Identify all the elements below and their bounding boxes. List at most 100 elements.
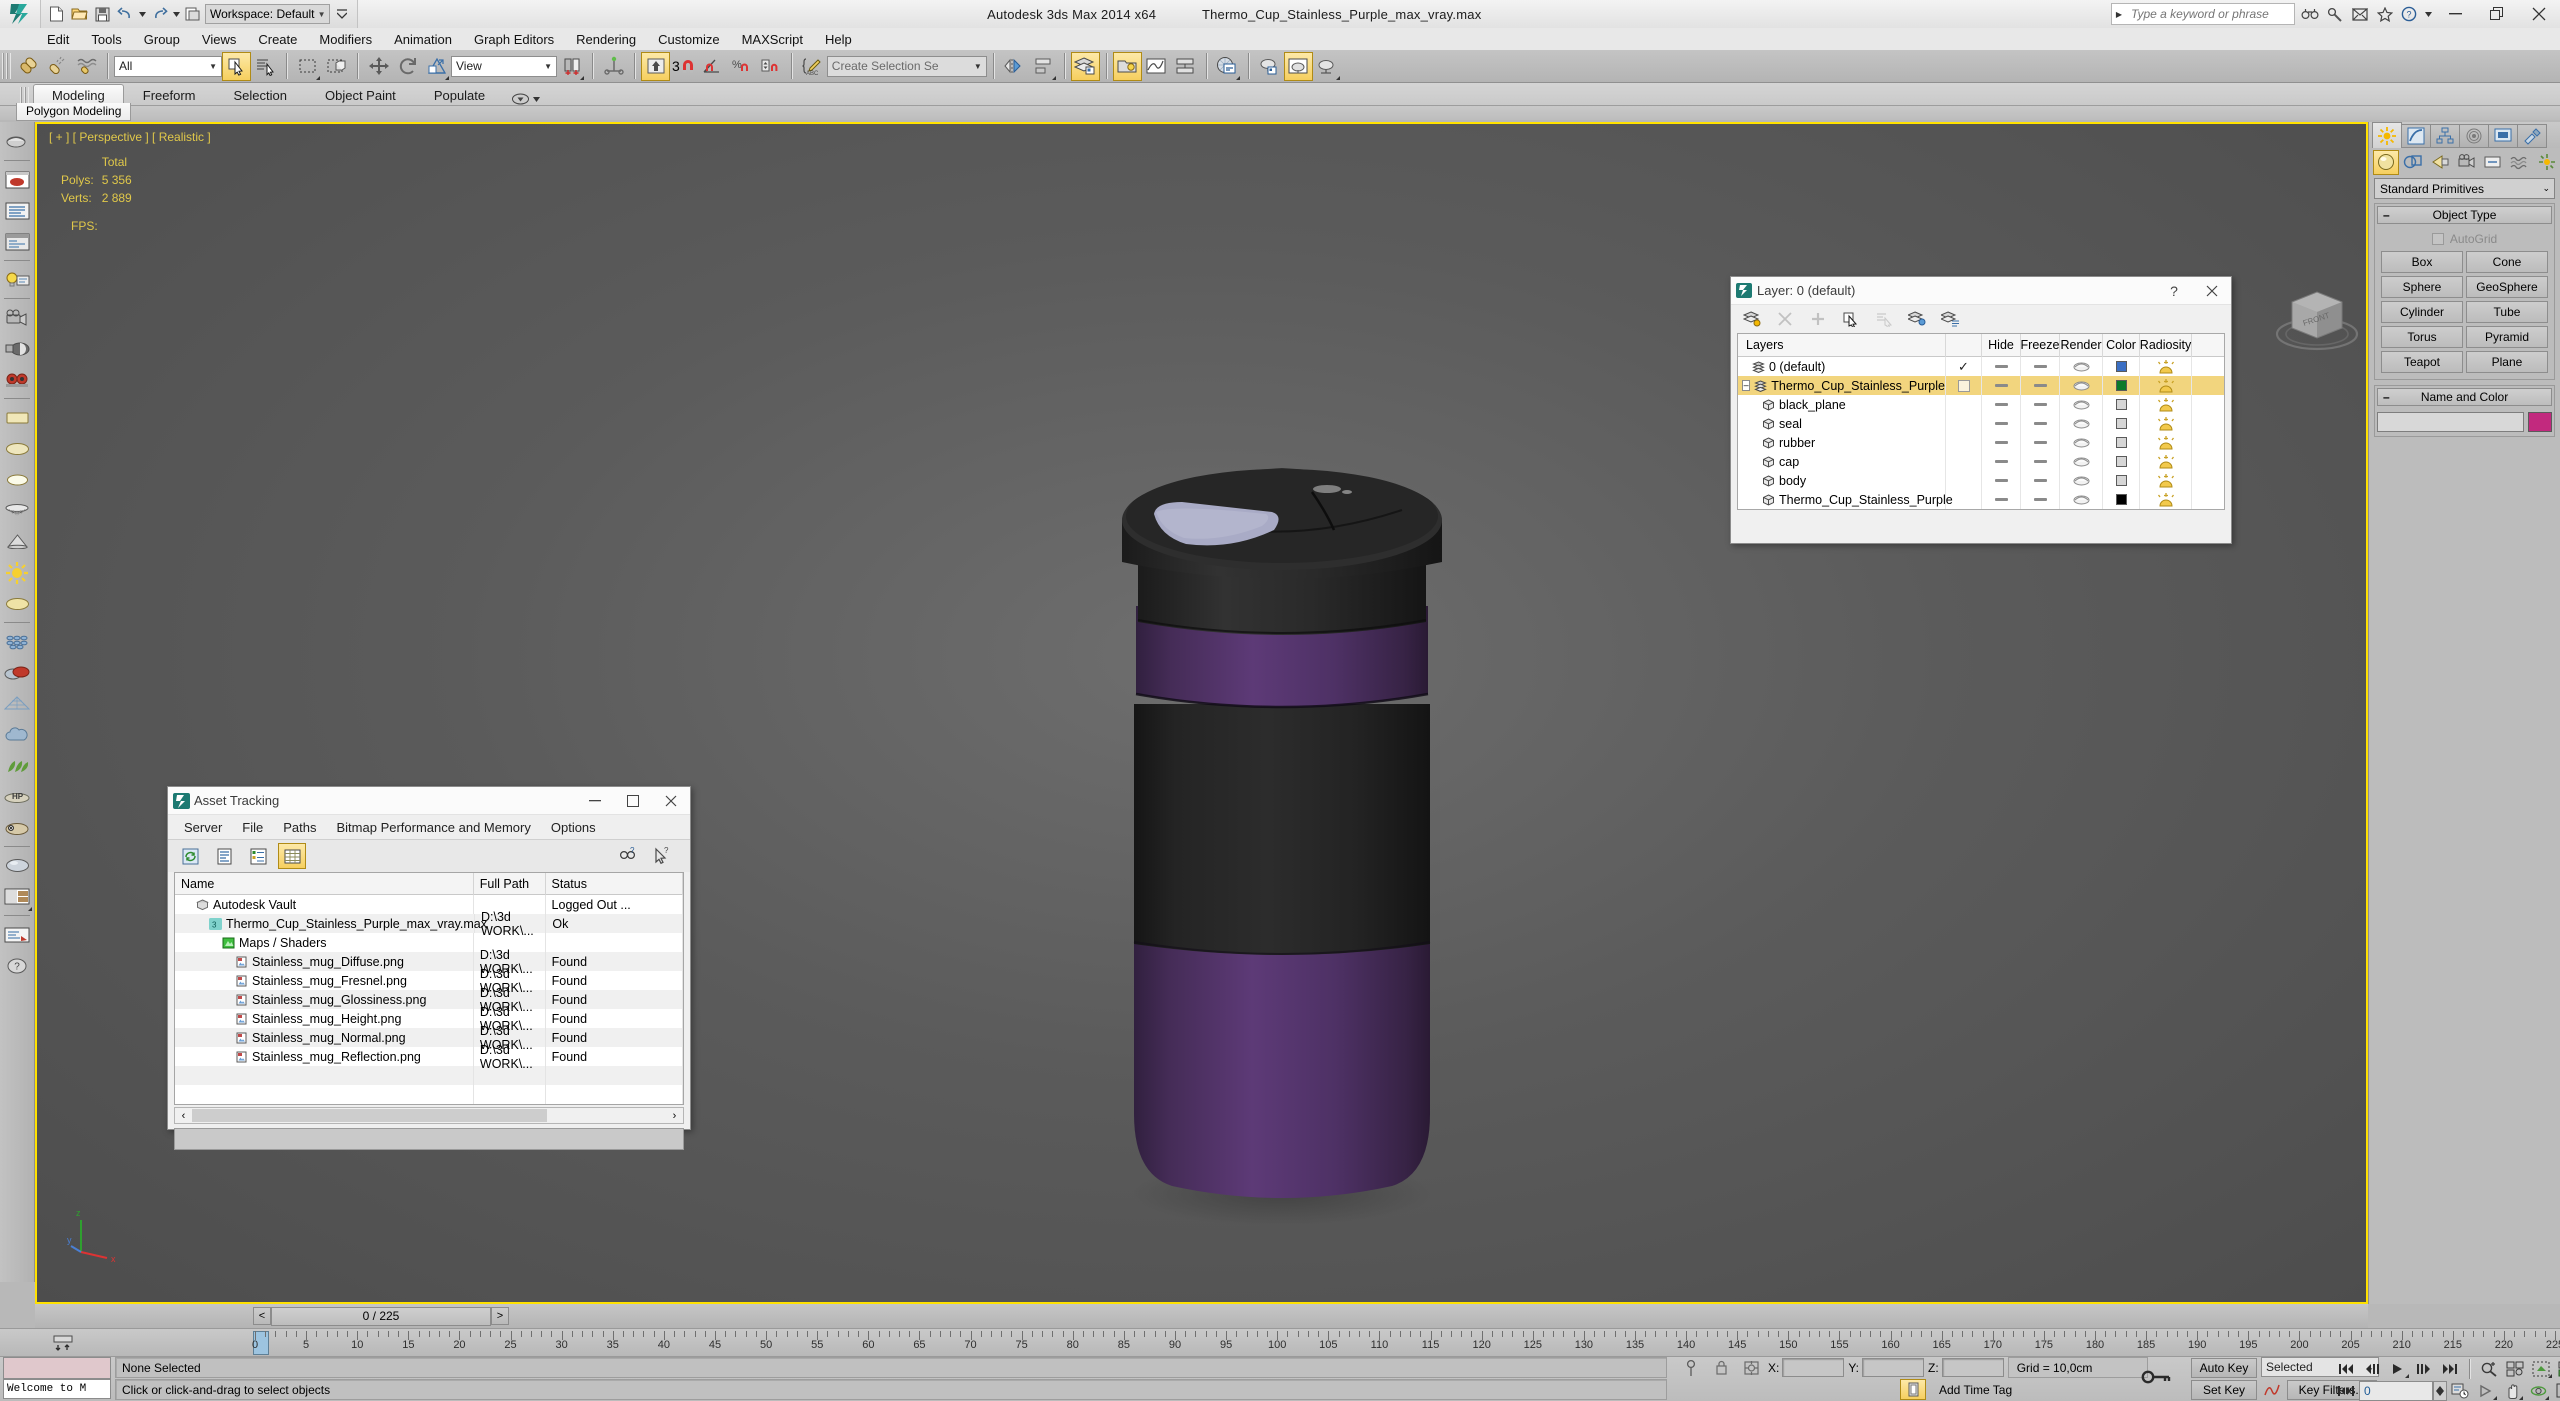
layer-color-swatch[interactable] bbox=[2116, 361, 2127, 372]
prev-frame-button[interactable]: < bbox=[253, 1307, 271, 1325]
layer-current-cell[interactable] bbox=[1946, 490, 1982, 509]
use-pivot-point-center-icon[interactable] bbox=[557, 52, 586, 81]
select-and-move-icon[interactable] bbox=[364, 52, 393, 81]
zoom-extents-all-icon[interactable] bbox=[2554, 1358, 2560, 1379]
sun-light-icon[interactable] bbox=[2, 557, 33, 588]
redo-icon[interactable] bbox=[148, 2, 170, 26]
tab-create[interactable] bbox=[2372, 122, 2402, 148]
layer-radiosity-cell[interactable] bbox=[2140, 357, 2192, 376]
asset-row[interactable]: Autodesk VaultLogged Out ... bbox=[175, 895, 683, 914]
play-preview-icon[interactable] bbox=[2473, 1380, 2499, 1401]
create-new-layer-icon[interactable] bbox=[1739, 307, 1765, 331]
layer-freeze-cell[interactable] bbox=[2021, 414, 2060, 433]
select-highlighted-layer-icon[interactable] bbox=[1871, 307, 1897, 331]
menu-group[interactable]: Group bbox=[133, 30, 191, 49]
layer-color-swatch[interactable] bbox=[2116, 456, 2127, 467]
asset-menu-options[interactable]: Options bbox=[541, 818, 606, 837]
ribbon-tab-modeling[interactable]: Modeling bbox=[33, 84, 124, 105]
redo-dropdown-icon[interactable] bbox=[171, 2, 181, 26]
select-object-icon[interactable] bbox=[222, 52, 251, 81]
layer-freeze-cell[interactable] bbox=[2021, 395, 2060, 414]
menu-modifiers[interactable]: Modifiers bbox=[308, 30, 383, 49]
selection-filter-combo[interactable]: All ▼ bbox=[114, 56, 222, 77]
select-and-scale-icon[interactable] bbox=[422, 52, 451, 81]
play-animation-icon[interactable] bbox=[2385, 1358, 2411, 1379]
what-is-this-icon[interactable]: ? bbox=[614, 843, 642, 869]
asset-row-name-cell[interactable]: Stainless_mug_Height.png bbox=[175, 1009, 474, 1028]
ribbon-tab-object-paint[interactable]: Object Paint bbox=[306, 84, 415, 105]
layer-color-swatch[interactable] bbox=[2116, 380, 2127, 391]
maximize-viewport-toggle-icon[interactable] bbox=[2551, 1380, 2560, 1401]
name-and-color-header[interactable]: – Name and Color bbox=[2377, 388, 2552, 406]
layer-hide-cell[interactable] bbox=[1982, 395, 2021, 414]
open-mini-curve-editor-icon[interactable] bbox=[52, 1333, 74, 1353]
script-listener-icon[interactable] bbox=[2, 919, 33, 950]
tab-hierarchy[interactable] bbox=[2430, 124, 2460, 148]
mirror-icon[interactable] bbox=[1000, 52, 1029, 81]
cloud-icon[interactable] bbox=[2, 719, 33, 750]
maxscript-mini-listener-prompt[interactable] bbox=[3, 1357, 111, 1379]
layer-current-cell[interactable]: ✓ bbox=[1946, 357, 1982, 376]
layer-hide-cell[interactable] bbox=[1982, 490, 2021, 509]
object-type-header[interactable]: – Object Type bbox=[2377, 206, 2552, 224]
schematic-view-icon[interactable] bbox=[1171, 52, 1200, 81]
list-view-icon[interactable] bbox=[210, 843, 238, 869]
layer-current-checkbox[interactable] bbox=[1958, 380, 1970, 392]
grid-view-icon[interactable] bbox=[278, 843, 306, 869]
highlight-selected-objects-layer-icon[interactable] bbox=[1904, 307, 1930, 331]
select-by-name-icon[interactable] bbox=[251, 52, 280, 81]
asset-col-path[interactable]: Full Path bbox=[474, 873, 546, 895]
grid-array-icon[interactable] bbox=[2, 626, 33, 657]
mesh-bowl-icon[interactable] bbox=[2, 495, 33, 526]
previous-frame-icon[interactable] bbox=[2359, 1358, 2385, 1379]
material-editor-icon[interactable] bbox=[1213, 52, 1242, 81]
ribbon-tab-selection[interactable]: Selection bbox=[215, 84, 306, 105]
create-torus-button[interactable]: Torus bbox=[2381, 326, 2463, 348]
layer-render-cell[interactable] bbox=[2060, 376, 2103, 395]
unlink-selection-icon[interactable] bbox=[43, 52, 72, 81]
category-geometry-icon[interactable] bbox=[2373, 150, 2399, 175]
layer-color-cell[interactable] bbox=[2103, 452, 2140, 471]
asset-tracking-title-bar[interactable]: Asset Tracking bbox=[168, 787, 690, 815]
asset-menu-bitmap[interactable]: Bitmap Performance and Memory bbox=[327, 818, 541, 837]
layer-color-cell[interactable] bbox=[2103, 376, 2140, 395]
layer-col-render[interactable]: Render bbox=[2060, 334, 2103, 357]
communication-center-icon[interactable] bbox=[2347, 3, 2372, 25]
layer-col-hide[interactable]: Hide bbox=[1982, 334, 2021, 357]
asset-col-name[interactable]: Name bbox=[175, 873, 474, 895]
tab-display[interactable] bbox=[2488, 124, 2518, 148]
undo-icon[interactable] bbox=[114, 2, 136, 26]
asset-menu-file[interactable]: File bbox=[232, 818, 273, 837]
undo-dropdown-icon[interactable] bbox=[137, 2, 147, 26]
frame-spinner[interactable] bbox=[2433, 1381, 2447, 1401]
angle-snap-toggle-icon[interactable] bbox=[698, 52, 727, 81]
layer-row[interactable]: body bbox=[1738, 471, 2224, 490]
viewcube[interactable]: FRONT bbox=[2262, 272, 2368, 362]
rectangular-selection-region-icon[interactable] bbox=[293, 52, 322, 81]
project-folder-icon[interactable] bbox=[182, 2, 204, 26]
minimize-button[interactable] bbox=[2434, 0, 2476, 28]
oval-primitive-icon[interactable] bbox=[2, 464, 33, 495]
layer-color-swatch[interactable] bbox=[2116, 437, 2127, 448]
ribbon-overflow-button[interactable] bbox=[504, 93, 548, 105]
close-button[interactable] bbox=[2518, 0, 2560, 28]
ribbon-tab-populate[interactable]: Populate bbox=[415, 84, 504, 105]
set-key-button[interactable]: Set Key bbox=[2191, 1380, 2257, 1400]
isolate-selection-icon[interactable] bbox=[1738, 1357, 1764, 1378]
layer-radiosity-cell[interactable] bbox=[2140, 395, 2192, 414]
tab-modify[interactable] bbox=[2401, 124, 2431, 148]
layer-row-name-cell[interactable]: Thermo_Cup_Stainless_Purple bbox=[1738, 490, 1946, 509]
scene-explorer-icon[interactable] bbox=[1113, 52, 1142, 81]
category-cameras-icon[interactable] bbox=[2454, 150, 2480, 175]
tab-utilities[interactable] bbox=[2517, 124, 2547, 148]
app-logo-button[interactable] bbox=[0, 0, 40, 28]
absolute-relative-toggle-icon[interactable] bbox=[1678, 1357, 1704, 1378]
create-pyramid-button[interactable]: Pyramid bbox=[2466, 326, 2548, 348]
create-cylinder-button[interactable]: Cylinder bbox=[2381, 301, 2463, 323]
autogrid-checkbox[interactable] bbox=[2432, 233, 2444, 245]
ribbon-panel-name[interactable]: Polygon Modeling bbox=[16, 103, 131, 121]
layer-freeze-cell[interactable] bbox=[2021, 471, 2060, 490]
primitive-category-combo[interactable]: Standard Primitives ⌄ bbox=[2374, 178, 2555, 199]
search-input[interactable] bbox=[2126, 4, 2294, 24]
layer-close-button[interactable] bbox=[2193, 277, 2231, 304]
